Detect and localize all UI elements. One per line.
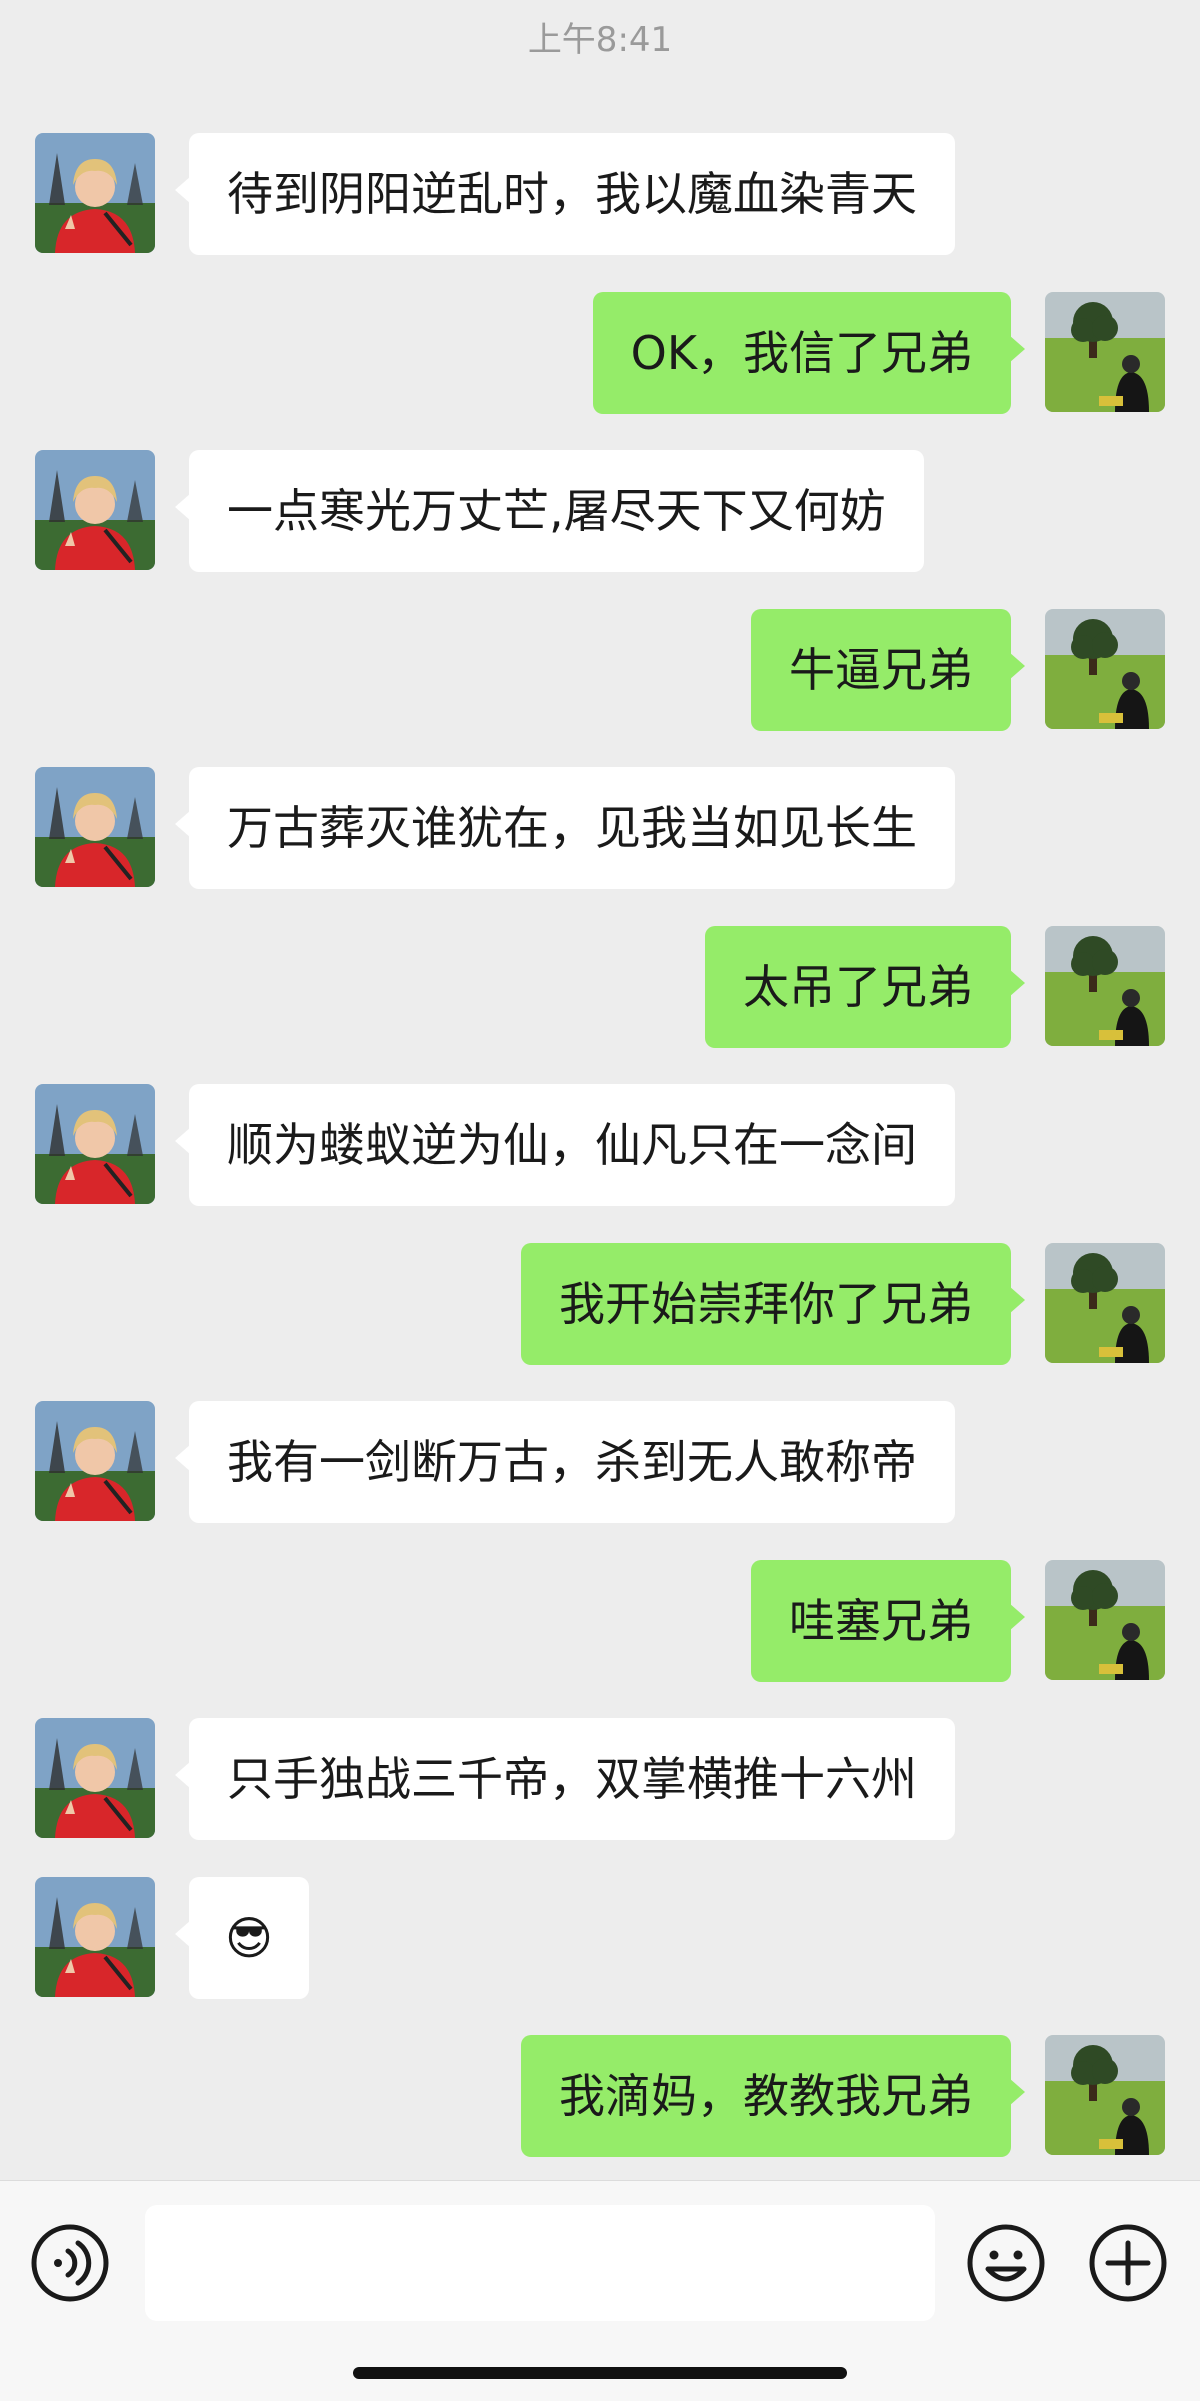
incoming-message: 顺为蝼蚁逆为仙，仙凡只在一念间 (0, 1084, 1200, 1206)
incoming-message: 待到阴阳逆乱时，我以魔血染青天 (0, 133, 1200, 255)
plus-icon[interactable] (1088, 2223, 1168, 2303)
contact-avatar[interactable] (35, 767, 155, 887)
my-avatar[interactable] (1045, 1560, 1165, 1680)
message-bubble[interactable]: 太吊了兄弟 (705, 926, 1025, 1048)
contact-avatar[interactable] (35, 1084, 155, 1204)
contact-avatar[interactable] (35, 1718, 155, 1838)
message-bubble[interactable]: 待到阴阳逆乱时，我以魔血染青天 (175, 133, 955, 255)
my-avatar[interactable] (1045, 609, 1165, 729)
contact-avatar[interactable] (35, 1401, 155, 1521)
message-bubble[interactable]: 我滴妈，教教我兄弟 (521, 2035, 1025, 2157)
message-bubble[interactable]: 万古葬灭谁犹在，见我当如见长生 (175, 767, 955, 889)
message-bubble[interactable]: 牛逼兄弟 (751, 609, 1025, 731)
my-avatar[interactable] (1045, 292, 1165, 412)
message-bubble[interactable]: OK，我信了兄弟 (592, 292, 1026, 414)
my-avatar[interactable] (1045, 1243, 1165, 1363)
message-bubble[interactable]: 我开始崇拜你了兄弟 (521, 1243, 1025, 1365)
incoming-message: 万古葬灭谁犹在，见我当如见长生 (0, 767, 1200, 889)
message-bubble[interactable]: 只手独战三千帝，双掌横推十六州 (175, 1718, 955, 1840)
message-bubble[interactable]: 一点寒光万丈芒,屠尽天下又何妨 (175, 450, 924, 572)
message-bubble[interactable]: 顺为蝼蚁逆为仙，仙凡只在一念间 (175, 1084, 955, 1206)
voice-icon[interactable] (30, 2223, 110, 2303)
timestamp: 上午8:41 (527, 20, 673, 60)
message-bubble[interactable]: 哇塞兄弟 (751, 1560, 1025, 1682)
input-bar (0, 2180, 1200, 2401)
smiley-icon[interactable] (966, 2223, 1046, 2303)
outgoing-message: OK，我信了兄弟 (0, 292, 1200, 414)
incoming-message: 😎 (0, 1877, 1200, 1999)
my-avatar[interactable] (1045, 2035, 1165, 2155)
contact-avatar[interactable] (35, 133, 155, 253)
my-avatar[interactable] (1045, 926, 1165, 1046)
outgoing-message: 哇塞兄弟 (0, 1560, 1200, 1682)
emoji-message-bubble[interactable]: 😎 (175, 1877, 309, 1999)
home-indicator (353, 2367, 847, 2379)
outgoing-message: 太吊了兄弟 (0, 926, 1200, 1048)
message-bubble[interactable]: 我有一剑断万古，杀到无人敢称帝 (175, 1401, 955, 1523)
incoming-message: 只手独战三千帝，双掌横推十六州 (0, 1718, 1200, 1840)
outgoing-message: 牛逼兄弟 (0, 609, 1200, 731)
contact-avatar[interactable] (35, 1877, 155, 1997)
outgoing-message: 我开始崇拜你了兄弟 (0, 1243, 1200, 1365)
incoming-message: 我有一剑断万古，杀到无人敢称帝 (0, 1401, 1200, 1523)
incoming-message: 一点寒光万丈芒,屠尽天下又何妨 (0, 450, 1200, 572)
contact-avatar[interactable] (35, 450, 155, 570)
outgoing-message: 我滴妈，教教我兄弟 (0, 2035, 1200, 2157)
message-input[interactable] (145, 2205, 935, 2321)
